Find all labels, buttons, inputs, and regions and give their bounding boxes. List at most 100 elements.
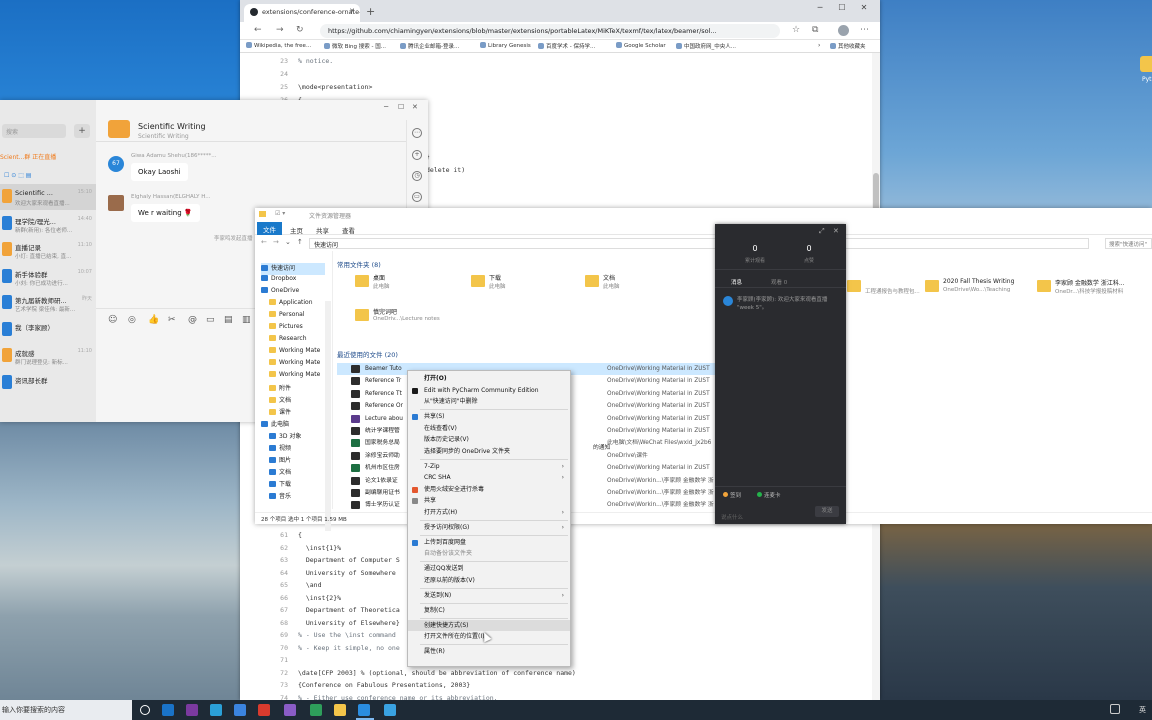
menu-item[interactable]: Edit with PyCharm Community Edition bbox=[408, 385, 570, 397]
nav-item[interactable]: 快速访问 bbox=[261, 263, 325, 275]
quick-access-folder[interactable]: 2020 Fall Thesis Writing OneDrive\Wo...\T… bbox=[925, 278, 1045, 308]
mention-icon[interactable]: @ bbox=[188, 315, 197, 325]
checkin-button[interactable]: 签到 bbox=[723, 491, 741, 499]
section-title[interactable]: 常用文件夹 (8) bbox=[337, 259, 381, 269]
new-tab-button[interactable]: + bbox=[366, 5, 375, 18]
bookmark-item[interactable]: Wikipedia, the free... bbox=[246, 42, 311, 49]
chevron-right-icon[interactable]: › bbox=[818, 42, 820, 49]
avatar[interactable] bbox=[838, 25, 849, 36]
folder-icon[interactable] bbox=[1140, 56, 1152, 72]
expand-icon[interactable]: ⤢ bbox=[819, 227, 825, 236]
maximize-button[interactable]: ☐ bbox=[832, 3, 852, 12]
app-green-icon[interactable] bbox=[310, 704, 322, 716]
scissors-icon[interactable]: ✂ bbox=[168, 315, 176, 325]
menu-icon[interactable]: ⋯ bbox=[860, 25, 869, 35]
other-bookmarks[interactable]: 其他收藏夹 bbox=[830, 42, 866, 50]
pdf-icon[interactable] bbox=[258, 704, 270, 716]
sticker-icon[interactable]: ◎ bbox=[128, 315, 136, 325]
chat-list-item[interactable]: 理学院/理光... 新群(新用): 各位老师... 14:40 bbox=[0, 211, 96, 237]
menu-item[interactable]: 版本历史记录(V) bbox=[408, 434, 570, 446]
nav-item[interactable]: 下载 bbox=[269, 479, 291, 491]
avatar[interactable] bbox=[108, 195, 124, 211]
send-button[interactable]: 发送 bbox=[815, 506, 839, 517]
menu-item[interactable]: 共享(S) bbox=[408, 411, 570, 423]
nav-item[interactable]: 图片 bbox=[269, 455, 291, 467]
maximize-button[interactable]: ☐ bbox=[398, 103, 404, 111]
quick-access-folder[interactable]: 李家顾 金融数学 浙江科... OneDr...\科技学报投稿材料 bbox=[1037, 278, 1152, 308]
search-input[interactable]: 搜索 bbox=[2, 124, 66, 138]
close-window-button[interactable]: ✕ bbox=[412, 103, 418, 111]
address-bar[interactable]: https://github.com/chiamingyen/extension… bbox=[320, 24, 780, 38]
reload-icon[interactable]: ↻ bbox=[296, 25, 304, 35]
chat-list-item[interactable]: 成就感 群门说理登见: 新标... 11:10 bbox=[0, 343, 96, 369]
nav-item[interactable]: Pictures bbox=[269, 323, 303, 335]
add-member-icon[interactable]: + bbox=[412, 150, 422, 160]
search-circle-icon[interactable] bbox=[140, 705, 150, 715]
bookmark-item[interactable]: 中国政府网_中央人... bbox=[676, 42, 736, 50]
chat-list-item[interactable]: 第九届新教师研... 艺术学院 梁佳伟: 最新... 昨天 bbox=[0, 290, 96, 316]
bookmark-item[interactable]: 腾讯企业邮箱-登录... bbox=[400, 42, 459, 50]
taskbar-search[interactable]: 输入你要搜索的内容 bbox=[0, 700, 132, 720]
input-language[interactable]: 英 bbox=[1139, 705, 1146, 715]
menu-item[interactable]: 从"快速访问"中删除 bbox=[408, 396, 570, 408]
star-icon[interactable]: ☆ bbox=[792, 25, 800, 35]
app-icon[interactable] bbox=[284, 704, 296, 716]
nav-item[interactable]: 此电脑 bbox=[261, 419, 289, 431]
nav-item[interactable]: OneDrive bbox=[261, 287, 299, 299]
menu-item[interactable]: 发送到(N) › bbox=[408, 590, 570, 602]
chat-list-item[interactable]: Scientific ... 欢迎大家来观看直播... 15:10 bbox=[0, 184, 96, 210]
bookmark-item[interactable]: Google Scholar bbox=[616, 42, 666, 49]
files-icon[interactable]: ▭ bbox=[412, 192, 422, 202]
close-tab-icon[interactable]: ✕ bbox=[349, 7, 355, 15]
tab-file[interactable]: 文件 bbox=[257, 222, 282, 235]
quick-access-toolbar[interactable]: ☑ ▾ bbox=[275, 210, 285, 217]
nav-item[interactable]: Working Mate bbox=[269, 347, 320, 359]
app-blue-icon[interactable] bbox=[384, 704, 396, 716]
chat-list-item[interactable]: 新手体验群 小刘: 你已成功进行... 10:07 bbox=[0, 264, 96, 290]
scrollbar[interactable] bbox=[325, 301, 331, 531]
history-icon[interactable]: ◷ bbox=[412, 171, 422, 181]
forward-icon[interactable]: → bbox=[276, 25, 284, 35]
explorer-icon[interactable] bbox=[334, 704, 346, 716]
onenote-icon[interactable] bbox=[186, 704, 198, 716]
tab-messages[interactable]: 消息 bbox=[731, 278, 742, 286]
quick-access-folder[interactable]: 桌面 此电脑 bbox=[355, 273, 465, 303]
more-icon[interactable]: ⋯ bbox=[412, 128, 422, 138]
quick-access-folder[interactable]: 文档 此电脑 bbox=[585, 273, 695, 303]
menu-item[interactable]: 上传到百度网盘 bbox=[408, 537, 570, 549]
mic-button[interactable]: 连麦卡 bbox=[757, 491, 781, 499]
edge-icon[interactable] bbox=[210, 704, 222, 716]
folder-icon[interactable]: ▭ bbox=[206, 315, 215, 325]
nav-item[interactable]: Application bbox=[269, 299, 313, 311]
nav-item[interactable]: Personal bbox=[269, 311, 305, 323]
live-banner[interactable]: Scient...群 正在直播 bbox=[0, 152, 56, 161]
doc-icon[interactable]: ▤ bbox=[224, 315, 233, 325]
collections-icon[interactable]: ⧉ bbox=[812, 25, 818, 35]
menu-item[interactable]: 授予访问权限(G) › bbox=[408, 522, 570, 534]
menu-item[interactable]: 7-Zip › bbox=[408, 461, 570, 473]
nav-item[interactable]: Research bbox=[269, 335, 307, 347]
quick-access-folder[interactable]: 下载 此电脑 bbox=[471, 273, 581, 303]
back-icon[interactable]: ← bbox=[254, 25, 262, 35]
chat-list-item[interactable]: 直播记录 小灯: 直播已结束, 直... 11:10 bbox=[0, 237, 96, 263]
todo-icon[interactable] bbox=[234, 704, 246, 716]
nav-item[interactable]: 视频 bbox=[269, 443, 291, 455]
up-icon[interactable]: ↑ bbox=[297, 238, 303, 246]
menu-item[interactable]: 使用火绒安全进行杀毒 bbox=[408, 484, 570, 496]
path-bar[interactable]: 快速访问 bbox=[309, 238, 1089, 249]
nav-item[interactable]: Working Mate bbox=[269, 359, 320, 371]
doc-toolbar[interactable]: ☐ ⊙ ⬚ ▤ bbox=[4, 172, 31, 179]
bookmark-item[interactable]: 微软 Bing 搜索 - 国... bbox=[324, 42, 386, 50]
avatar[interactable]: 67 bbox=[108, 156, 124, 172]
browser-tab[interactable]: extensions/conference-ornate-2 ✕ bbox=[244, 4, 360, 22]
menu-item[interactable]: 打开(O) bbox=[408, 373, 570, 385]
minimize-button[interactable]: ─ bbox=[810, 3, 830, 12]
nav-item[interactable]: Dropbox bbox=[261, 275, 296, 287]
emoji-icon[interactable]: ☺ bbox=[108, 315, 117, 325]
forward-icon[interactable]: → bbox=[273, 238, 279, 246]
add-button[interactable]: + bbox=[74, 124, 90, 138]
outlook-icon[interactable] bbox=[162, 704, 174, 716]
menu-item[interactable]: 复制(C) bbox=[408, 605, 570, 617]
minimize-button[interactable]: ─ bbox=[384, 103, 388, 111]
nav-item[interactable]: Working Mate bbox=[269, 371, 320, 383]
